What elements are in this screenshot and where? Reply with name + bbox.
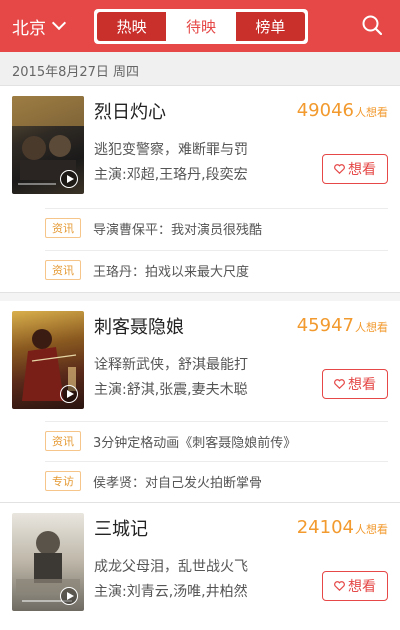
want-to-watch-button[interactable]: 想看 bbox=[322, 154, 388, 184]
date-label: 2015年8月27日 周四 bbox=[12, 65, 140, 80]
news-text: 侯孝贤：对自己发火拍断掌骨 bbox=[93, 476, 263, 491]
movie-actors: 主演:刘青云,汤唯,井柏然 bbox=[94, 584, 248, 600]
date-header: 2015年8月27日 周四 bbox=[0, 52, 400, 86]
movie-card[interactable]: 烈日灼心 49046人想看 逃犯变警察，难断罪与罚 主演:邓超,王珞丹,段奕宏 … bbox=[0, 86, 400, 293]
tab-coming-soon[interactable]: 待映 bbox=[166, 12, 236, 41]
news-text: 导演曹保平：我对演员很残酷 bbox=[93, 223, 263, 238]
want-to-watch-button[interactable]: 想看 bbox=[322, 571, 388, 601]
search-icon[interactable] bbox=[362, 15, 382, 35]
want-button-label: 想看 bbox=[348, 579, 376, 595]
news-tag: 资讯 bbox=[45, 431, 81, 451]
want-count-suffix: 人想看 bbox=[355, 321, 388, 334]
play-icon[interactable] bbox=[60, 170, 78, 188]
want-count: 49046人想看 bbox=[297, 100, 388, 121]
movie-tagline: 逃犯变警察，难断罪与罚 bbox=[94, 142, 248, 158]
news-tag: 资讯 bbox=[45, 218, 81, 238]
movie-actors: 主演:舒淇,张震,妻夫木聪 bbox=[94, 382, 248, 398]
top-bar: 北京 热映 待映 榜单 bbox=[0, 0, 400, 52]
news-tag: 专访 bbox=[45, 471, 81, 491]
city-selector[interactable]: 北京 bbox=[12, 14, 67, 39]
tab-rankings[interactable]: 榜单 bbox=[235, 12, 305, 41]
movie-poster[interactable] bbox=[12, 311, 84, 409]
want-count-number: 45947 bbox=[296, 315, 354, 336]
play-icon[interactable] bbox=[60, 587, 78, 605]
news-item[interactable]: 资讯 导演曹保平：我对演员很残酷 bbox=[45, 208, 388, 246]
movie-poster[interactable] bbox=[12, 96, 84, 194]
news-item[interactable]: 专访 侯孝贤：对自己发火拍断掌骨 bbox=[45, 461, 388, 499]
movie-poster[interactable] bbox=[12, 513, 84, 611]
news-item[interactable]: 资讯 王珞丹：拍戏以来最大尺度 bbox=[45, 250, 388, 288]
want-count-suffix: 人想看 bbox=[355, 523, 388, 536]
heart-icon bbox=[334, 164, 345, 174]
want-button-label: 想看 bbox=[348, 162, 376, 178]
heart-icon bbox=[334, 581, 345, 591]
movie-title[interactable]: 刺客聂隐娘 bbox=[94, 313, 184, 339]
want-count: 24104人想看 bbox=[297, 517, 388, 538]
want-button-label: 想看 bbox=[348, 377, 376, 393]
tab-now-showing[interactable]: 热映 bbox=[97, 12, 167, 41]
movie-card[interactable]: 刺客聂隐娘 45947人想看 诠释新武侠，舒淇最能打 主演:舒淇,张震,妻夫木聪… bbox=[0, 301, 400, 503]
chevron-down-icon bbox=[51, 15, 67, 31]
play-icon[interactable] bbox=[60, 385, 78, 403]
want-count-number: 49046 bbox=[296, 100, 354, 121]
movie-card[interactable]: 三城记 24104人想看 成龙父母泪，乱世战火飞 主演:刘青云,汤唯,井柏然 想… bbox=[0, 503, 400, 630]
heart-icon bbox=[334, 379, 345, 389]
want-count: 45947人想看 bbox=[297, 315, 388, 336]
news-tag: 资讯 bbox=[45, 260, 81, 280]
city-label: 北京 bbox=[12, 18, 46, 39]
news-text: 3分钟定格动画《刺客聂隐娘前传》 bbox=[93, 436, 297, 451]
movie-actors: 主演:邓超,王珞丹,段奕宏 bbox=[94, 167, 248, 183]
movie-tagline: 诠释新武侠，舒淇最能打 bbox=[94, 357, 248, 373]
news-text: 王珞丹：拍戏以来最大尺度 bbox=[93, 265, 250, 280]
news-item[interactable]: 资讯 3分钟定格动画《刺客聂隐娘前传》 bbox=[45, 421, 388, 459]
movie-tagline: 成龙父母泪，乱世战火飞 bbox=[94, 559, 248, 575]
want-count-number: 24104 bbox=[296, 517, 354, 538]
tab-bar: 热映 待映 榜单 bbox=[94, 9, 308, 44]
movie-title[interactable]: 三城记 bbox=[94, 515, 148, 541]
want-count-suffix: 人想看 bbox=[355, 106, 388, 119]
movie-title[interactable]: 烈日灼心 bbox=[94, 98, 166, 124]
want-to-watch-button[interactable]: 想看 bbox=[322, 369, 388, 399]
